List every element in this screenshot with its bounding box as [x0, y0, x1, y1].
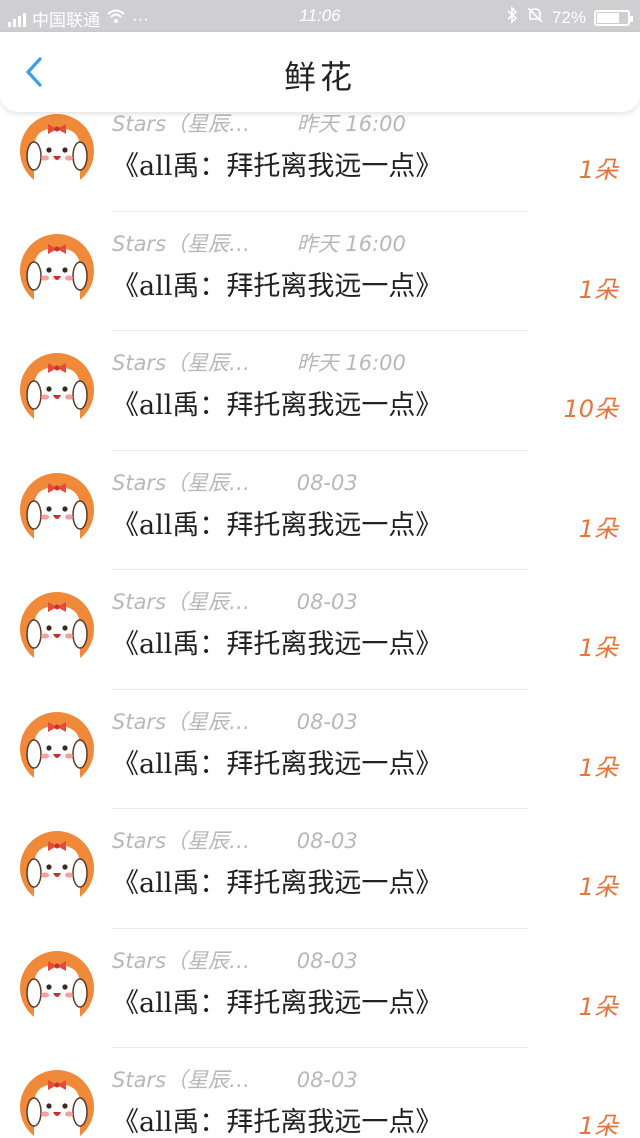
book-title: 《all禹：拜托离我远一点》: [112, 1107, 443, 1138]
book-title: 《all禹：拜托离我远一点》: [112, 629, 443, 660]
avatar: [20, 353, 94, 427]
gift-list-item[interactable]: Stars（星辰… 08-03 《all禹：拜托离我远一点》 1朵: [0, 690, 640, 809]
gift-meta: Stars（星辰… 08-03: [112, 467, 358, 497]
gift-time: 昨天 16:00: [296, 112, 406, 136]
sender-name: Stars（星辰…: [112, 112, 251, 136]
book-title: 《all禹：拜托离我远一点》: [112, 987, 443, 1019]
flower-count: 10朵: [563, 395, 618, 423]
sender-name: Stars（星辰…: [112, 231, 251, 256]
book-title: 《all禹：拜托离我远一点》: [112, 270, 443, 302]
gift-meta: Stars（星辰… 08-03: [112, 945, 358, 975]
book-title: 《all禹：拜托离我远一点》: [112, 868, 443, 899]
book-title: 《all禹：拜托离我远一点》: [112, 390, 443, 421]
flower-count: 1朵: [578, 753, 618, 782]
gift-list-item[interactable]: Stars（星辰… 08-03 《all禹：拜托离我远一点》 1朵: [0, 451, 640, 570]
gift-list-item[interactable]: Stars（星辰… 昨天 16:00 《all禹：拜托离我远一点》 1朵: [0, 212, 640, 331]
gift-list-item[interactable]: Stars（星辰… 昨天 16:00 《all禹：拜托离我远一点》 10朵: [0, 331, 640, 451]
status-bar: 中国联通 ··· 11:06 72%: [0, 0, 640, 32]
avatar: [20, 831, 94, 905]
flower-count: 1朵: [578, 873, 618, 901]
sender-name: Stars（星辰…: [112, 470, 251, 495]
mute-bell-icon: [526, 6, 544, 29]
avatar: [20, 114, 94, 188]
flower-gift-list: Stars（星辰… 昨天 16:00 《all禹：拜托离我远一点》 1朵 Sta…: [0, 92, 640, 1138]
gift-meta: Stars（星辰… 昨天 16:00: [112, 347, 406, 377]
gift-time: 08-03: [296, 1068, 358, 1092]
gift-list-item[interactable]: Stars（星辰… 08-03 《all禹：拜托离我远一点》 1朵: [0, 1048, 640, 1138]
bluetooth-icon: [506, 6, 518, 29]
gift-meta: Stars（星辰… 昨天 16:00: [112, 228, 406, 258]
gift-time: 昨天 16:00: [296, 351, 406, 375]
nav-bar: 鲜花: [0, 32, 640, 112]
book-title: 《all禹：拜托离我远一点》: [112, 151, 443, 182]
gift-list-item[interactable]: Stars（星辰… 08-03 《all禹：拜托离我远一点》 1朵: [0, 929, 640, 1048]
gift-time: 08-03: [296, 948, 358, 973]
gift-time: 08-03: [296, 470, 358, 495]
sender-name: Stars（星辰…: [112, 1068, 251, 1092]
page-title: 鲜花: [283, 58, 356, 96]
avatar: [20, 472, 94, 547]
gift-list-item[interactable]: Stars（星辰… 08-03 《all禹：拜托离我远一点》 1朵: [0, 570, 640, 690]
avatar: [20, 950, 94, 1025]
gift-meta: Stars（星辰… 08-03: [112, 586, 358, 616]
flower-count: 1朵: [578, 992, 618, 1021]
book-title: 《all禹：拜托离我远一点》: [112, 748, 443, 780]
sender-name: Stars（星辰…: [112, 351, 251, 375]
sender-name: Stars（星辰…: [112, 948, 251, 973]
sender-name: Stars（星辰…: [112, 829, 251, 853]
avatar: [20, 592, 94, 666]
sender-name: Stars（星辰…: [112, 709, 251, 734]
gift-meta: Stars（星辰… 08-03: [112, 825, 358, 855]
gift-meta: Stars（星辰… 昨天 16:00: [112, 108, 406, 138]
avatar: [20, 711, 94, 786]
gift-list-item[interactable]: Stars（星辰… 08-03 《all禹：拜托离我远一点》 1朵: [0, 809, 640, 929]
flower-count: 1朵: [578, 514, 618, 543]
gift-meta: Stars（星辰… 08-03: [112, 706, 358, 736]
flower-count: 1朵: [578, 634, 618, 662]
sender-name: Stars（星辰…: [112, 590, 251, 614]
book-title: 《all禹：拜托离我远一点》: [112, 509, 443, 541]
battery-percent: 72%: [551, 7, 586, 27]
status-right: 72%: [506, 6, 633, 29]
gift-time: 昨天 16:00: [296, 231, 406, 256]
battery-icon: [594, 9, 633, 26]
gift-time: 08-03: [296, 590, 358, 614]
gift-meta: Stars（星辰… 08-03: [112, 1064, 358, 1094]
avatar: [20, 1070, 94, 1138]
avatar: [20, 233, 94, 308]
gift-time: 08-03: [296, 709, 358, 734]
gift-time: 08-03: [296, 829, 358, 853]
flower-count: 1朵: [578, 1112, 618, 1138]
flower-count: 1朵: [578, 275, 618, 304]
flower-count: 1朵: [578, 156, 618, 184]
